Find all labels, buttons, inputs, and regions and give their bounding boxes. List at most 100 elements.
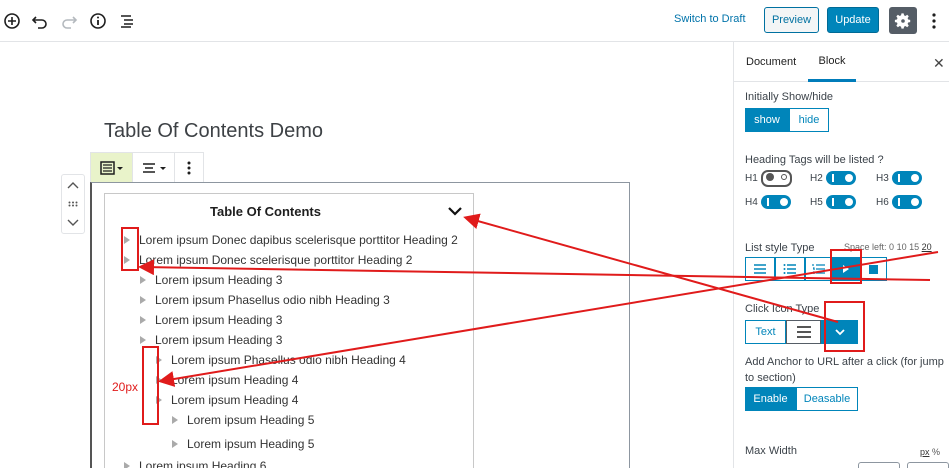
- triangle-bullet-icon: [140, 276, 146, 284]
- h5-toggle[interactable]: [826, 195, 856, 209]
- triangle-bullet-icon: [172, 440, 178, 448]
- triangle-bullet-icon: [156, 376, 162, 384]
- toc-item[interactable]: Lorem ipsum Phasellus odio nibh Heading …: [156, 353, 406, 367]
- triangle-bullet-icon: [172, 416, 178, 424]
- toc-block-icon: [99, 160, 123, 175]
- toc-title: Table Of Contents: [210, 204, 321, 219]
- lines-icon: [754, 264, 766, 274]
- list-style-triangle-button[interactable]: [833, 257, 859, 281]
- chevron-up-icon[interactable]: [67, 181, 79, 189]
- toc-item-text: Lorem ipsum Heading 4: [171, 393, 299, 407]
- h4-label: H4: [745, 197, 758, 208]
- max-width-input[interactable]: [858, 462, 900, 468]
- show-button[interactable]: show: [745, 108, 789, 132]
- info-icon[interactable]: [86, 9, 110, 33]
- triangle-bullet-icon: [124, 462, 130, 468]
- space-left-0[interactable]: 0: [889, 242, 894, 252]
- more-options-button[interactable]: [925, 9, 943, 33]
- toc-item[interactable]: Lorem ipsum Heading 3: [140, 313, 282, 327]
- h6-label: H6: [876, 197, 889, 208]
- h5-label: H5: [810, 197, 823, 208]
- h4-toggle[interactable]: [761, 195, 791, 209]
- toc-item[interactable]: Lorem ipsum Heading 6: [124, 459, 266, 468]
- h2-label: H2: [810, 173, 823, 184]
- h2-toggle[interactable]: [826, 171, 856, 185]
- toc-item[interactable]: Lorem ipsum Heading 4: [156, 393, 298, 407]
- settings-button[interactable]: [889, 7, 917, 34]
- click-icon-chevron-button[interactable]: [821, 320, 858, 344]
- toc-item-text: Lorem ipsum Phasellus odio nibh Heading …: [171, 353, 406, 367]
- unit-px[interactable]: px: [920, 447, 930, 457]
- toc-item[interactable]: Lorem ipsum Donec dapibus scelerisque po…: [124, 233, 458, 247]
- post-title[interactable]: Table Of Contents Demo: [104, 120, 323, 143]
- toc-item[interactable]: Lorem ipsum Heading 3: [140, 333, 282, 347]
- switch-to-draft-link[interactable]: Switch to Draft: [674, 13, 746, 25]
- unit-percent[interactable]: %: [932, 447, 940, 457]
- alignment-button[interactable]: [133, 153, 175, 182]
- close-icon[interactable]: ✕: [933, 55, 945, 72]
- redo-icon[interactable]: [57, 9, 81, 33]
- toc-item-text: Lorem ipsum Heading 3: [155, 313, 283, 327]
- toc-item-text: Lorem ipsum Heading 5: [187, 437, 315, 451]
- tab-document[interactable]: Document: [746, 42, 796, 82]
- list-style-square-button[interactable]: [859, 257, 887, 281]
- toc-item-text: Lorem ipsum Donec dapibus scelerisque po…: [139, 233, 458, 247]
- triangle-icon: [843, 265, 849, 273]
- square-icon: [868, 264, 878, 274]
- h3-toggle[interactable]: [892, 171, 922, 185]
- space-left-20[interactable]: 20: [922, 242, 932, 252]
- enable-button[interactable]: Enable: [745, 387, 796, 411]
- sidebar-tabs: Document Block ✕: [734, 42, 949, 82]
- toc-item[interactable]: Lorem ipsum Heading 3: [140, 273, 282, 287]
- heading-tags-label: Heading Tags will be listed ?: [745, 154, 884, 166]
- block-more-button[interactable]: [175, 153, 203, 182]
- chevron-down-icon: [834, 329, 845, 336]
- triangle-bullet-icon: [156, 396, 162, 404]
- undo-icon[interactable]: [28, 9, 52, 33]
- list-style-label: List style Type: [745, 242, 815, 254]
- indent-annotation-label: 20px: [112, 380, 139, 394]
- anchor-label: Add Anchor to URL after a click (for jum…: [745, 356, 944, 384]
- toc-item[interactable]: Lorem ipsum Heading 5: [172, 413, 314, 427]
- list-style-bullet-button[interactable]: [775, 257, 805, 281]
- block-toolbar: [90, 152, 204, 183]
- outline-icon[interactable]: [115, 9, 139, 33]
- more-icon: [932, 13, 936, 29]
- h1-label: H1: [745, 173, 758, 184]
- tab-block[interactable]: Block: [808, 42, 856, 82]
- space-left-selector: Space left: 0 10 15 20: [844, 242, 932, 252]
- disable-button[interactable]: Deasable: [796, 387, 858, 411]
- add-block-icon[interactable]: [0, 9, 24, 33]
- align-center-icon: [142, 162, 166, 173]
- block-type-button[interactable]: [91, 153, 133, 182]
- toc-item[interactable]: Lorem ipsum Heading 5: [172, 437, 314, 451]
- toc-collapse-chevron-icon[interactable]: [447, 204, 463, 218]
- max-width-reset[interactable]: [907, 462, 949, 468]
- chevron-down-icon[interactable]: [67, 219, 79, 227]
- update-button[interactable]: Update: [827, 7, 879, 33]
- max-width-unit-selector: px %: [920, 447, 940, 457]
- space-left-10[interactable]: 10: [897, 242, 907, 252]
- click-icon-text-button[interactable]: Text: [745, 320, 786, 344]
- max-width-label: Max Width: [745, 445, 797, 457]
- space-left-15[interactable]: 15: [909, 242, 919, 252]
- hide-button[interactable]: hide: [789, 108, 829, 132]
- toc-item[interactable]: Lorem ipsum Donec scelerisque porttitor …: [124, 253, 412, 267]
- gear-icon: [894, 12, 911, 29]
- list-style-none-button[interactable]: [745, 257, 775, 281]
- toc-item-text: Lorem ipsum Donec scelerisque porttitor …: [139, 253, 413, 267]
- click-icon-menu-button[interactable]: [786, 320, 821, 344]
- toc-item[interactable]: Lorem ipsum Phasellus odio nibh Heading …: [140, 293, 390, 307]
- hamburger-icon: [796, 326, 811, 338]
- editor-header: Switch to Draft Preview Update: [0, 0, 949, 42]
- toc-item[interactable]: Lorem ipsum Heading 4: [156, 373, 298, 387]
- preview-button[interactable]: Preview: [764, 7, 819, 33]
- click-icon-label: Click Icon Type: [745, 303, 820, 315]
- h1-toggle[interactable]: [761, 170, 792, 187]
- more-vertical-icon: [187, 161, 191, 174]
- drag-handle-icon[interactable]: [68, 201, 78, 207]
- list-style-numbered-button[interactable]: [805, 257, 833, 281]
- block-mover: [61, 174, 85, 234]
- h6-toggle[interactable]: [892, 195, 922, 209]
- toc-item-text: Lorem ipsum Heading 4: [171, 373, 299, 387]
